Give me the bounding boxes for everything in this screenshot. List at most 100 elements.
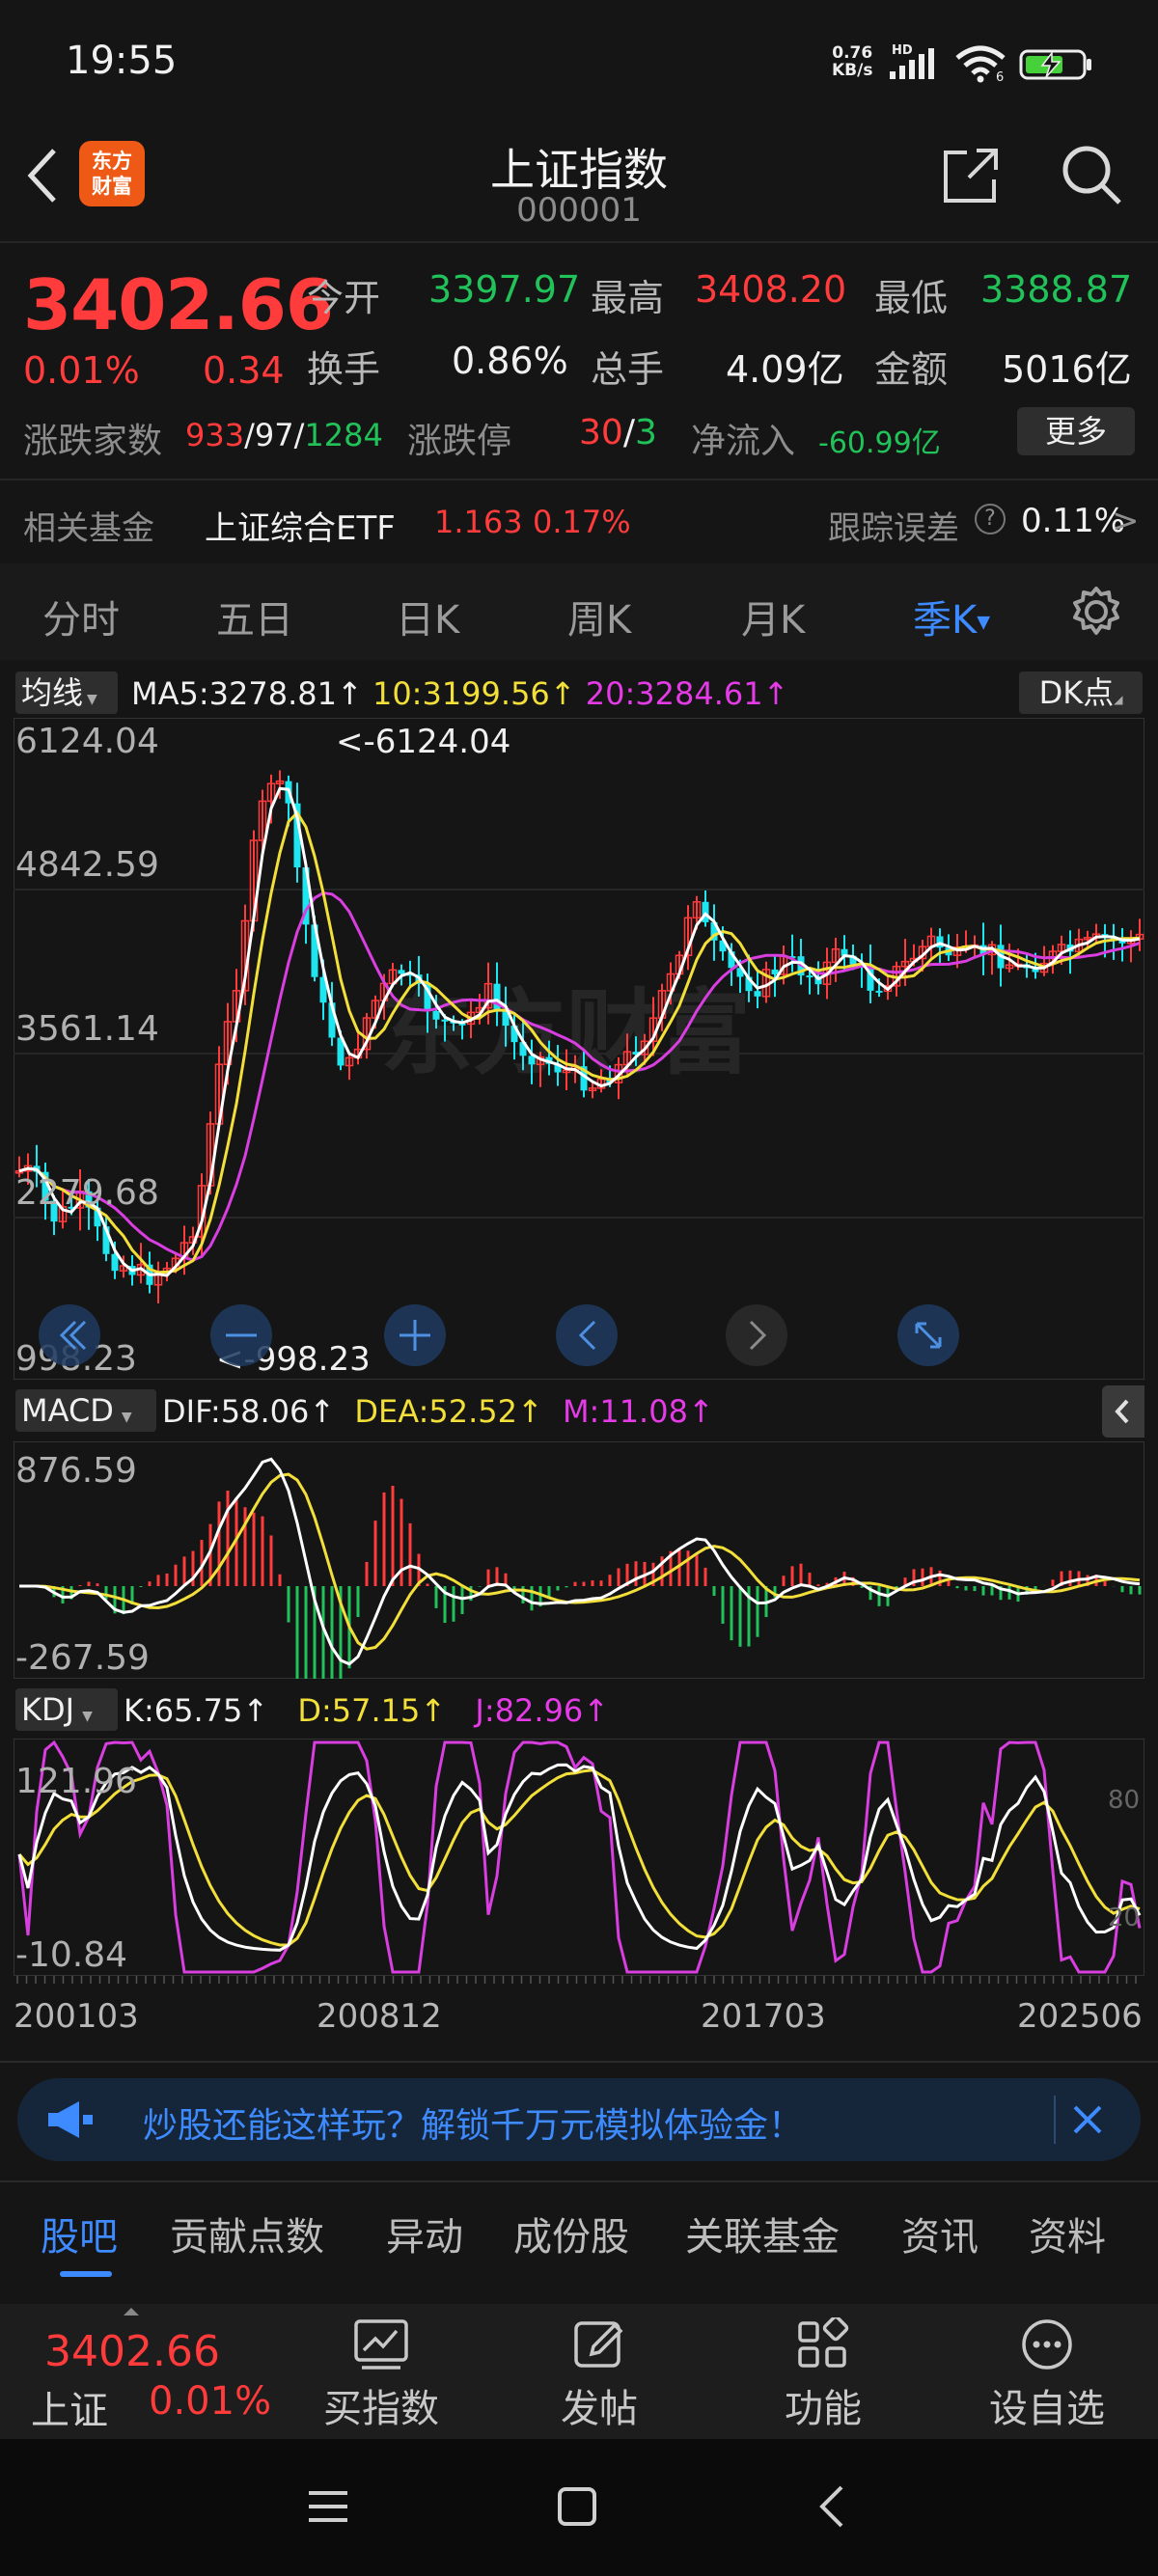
functions-button[interactable]: 功能 <box>741 2304 905 2439</box>
kdj-level-80: 80 <box>1108 1786 1140 1815</box>
high-label: 最高 <box>591 277 665 319</box>
chart-zoom-out-button[interactable] <box>210 1304 272 1366</box>
macd-y-max: 876.59 <box>15 1451 137 1491</box>
amount-label: 金额 <box>874 348 949 391</box>
chart-prev-button[interactable] <box>556 1304 618 1366</box>
status-bar: 19:55 0.76 KB/s HD 6 <box>0 0 1158 135</box>
chevron-right-icon: > <box>1112 502 1140 540</box>
edit-icon <box>574 2321 623 2368</box>
add-watchlist-label: 设自选 <box>989 2387 1105 2431</box>
y-label: 2279.68 <box>15 1173 159 1213</box>
ma-values: MA5:3278.81↑ 10:3199.56↑ 20:3284.61↑ <box>131 675 789 712</box>
post-label: 发帖 <box>561 2387 638 2431</box>
menu-icon[interactable] <box>307 2485 349 2528</box>
kdj-y-max: 121.96 <box>15 1762 137 1801</box>
kdj-selector[interactable]: KDJ ▼ <box>15 1688 118 1731</box>
tab-movement[interactable]: 异动 <box>386 2206 463 2261</box>
kline-chart[interactable]: 东方财富 6124.04 4842.59 3561.14 2279.68 998… <box>14 718 1144 1380</box>
max-annotation: <-6124.04 <box>336 723 510 761</box>
period-tabs: 分时 五日 日K 周K 月K 季K▼ <box>0 563 1158 660</box>
breadth-label: 涨跌家数 <box>23 422 163 461</box>
tab-five-day[interactable]: 五日 <box>216 589 293 644</box>
breadth-values: 933/97/1284 <box>185 417 383 453</box>
candle-body <box>875 990 883 993</box>
more-button[interactable]: 更多 <box>1017 407 1135 455</box>
tab-related-funds[interactable]: 关联基金 <box>685 2206 840 2261</box>
close-icon[interactable] <box>1069 2101 1106 2138</box>
battery-icon <box>1019 49 1091 80</box>
post-button[interactable]: 发帖 <box>517 2304 681 2439</box>
share-icon[interactable] <box>940 145 1002 206</box>
buy-index-button[interactable]: 买指数 <box>299 2304 463 2439</box>
dropdown-caret-icon: ▼ <box>977 612 991 633</box>
x-label: 201703 <box>701 1997 826 2036</box>
y-label: 3561.14 <box>15 1009 159 1049</box>
x-label: 202506 <box>1017 1997 1143 2036</box>
limit-values: 30/3 <box>579 413 657 452</box>
volume-value: 4.09亿 <box>726 348 844 391</box>
tab-constituents[interactable]: 成份股 <box>513 2206 629 2261</box>
tab-news[interactable]: 资讯 <box>901 2206 979 2261</box>
change-percent: 0.01% <box>23 349 140 392</box>
dk-button[interactable]: DK点◢ <box>1019 671 1143 714</box>
tab-contribution[interactable]: 贡献点数 <box>170 2206 324 2261</box>
fund-price: 1.163 <box>434 504 523 540</box>
ma-legend: 均线 ▼ MA5:3278.81↑ 10:3199.56↑ 20:3284.61↑… <box>0 664 1158 724</box>
divider <box>0 2061 1158 2063</box>
limit-label: 涨跌停 <box>407 422 512 461</box>
kdj-values: K:65.75↑ D:57.15↑ J:82.96↑ <box>124 1692 610 1729</box>
tab-monthly-k[interactable]: 月K <box>741 589 805 644</box>
high-value: 3408.20 <box>695 268 847 311</box>
tab-intraday[interactable]: 分时 <box>42 589 120 644</box>
mini-quote[interactable]: 3402.66 上证 0.01% <box>0 2304 290 2439</box>
collapse-panel-button[interactable] <box>1102 1385 1144 1438</box>
related-fund-row[interactable]: 相关基金 上证综合ETF 1.163 0.17% 跟踪误差 ? 0.11% > <box>0 480 1158 560</box>
chart-fullscreen-button[interactable] <box>897 1304 959 1366</box>
candle-body <box>432 1010 440 1020</box>
change-amount: 0.34 <box>203 349 285 392</box>
x-label: 200103 <box>14 1997 139 2036</box>
tab-forum[interactable]: 股吧 <box>41 2206 118 2261</box>
tracking-error-value: 0.11% <box>1021 502 1126 540</box>
mini-price: 3402.66 <box>44 2327 220 2376</box>
tab-quarterly-k[interactable]: 季K▼ <box>913 589 990 644</box>
mini-name: 上证 <box>31 2389 108 2433</box>
low-label: 最低 <box>874 277 949 319</box>
gear-icon[interactable] <box>1069 585 1123 639</box>
add-watchlist-button[interactable]: 设自选 <box>965 2304 1129 2439</box>
more-dots-icon <box>1022 2319 1072 2370</box>
tab-daily-k[interactable]: 日K <box>396 589 459 644</box>
candle-body <box>441 1019 449 1022</box>
chart-zoom-in-button[interactable] <box>384 1304 446 1366</box>
tab-profile[interactable]: 资料 <box>1029 2206 1106 2261</box>
grid-icon <box>798 2315 849 2368</box>
caret-up-icon <box>124 2308 139 2316</box>
back-nav-icon[interactable] <box>811 2483 853 2530</box>
turnover-value: 0.86% <box>452 340 568 382</box>
promo-banner[interactable]: 炒股还能这样玩？解锁千万元模拟体验金！ <box>17 2078 1141 2161</box>
wifi-icon: 6 <box>955 45 1006 83</box>
help-icon[interactable]: ? <box>975 504 1006 534</box>
macd-values: DIF:58.06↑ DEA:52.52↑ M:11.08↑ <box>162 1393 714 1430</box>
kdj-level-20: 20 <box>1108 1904 1140 1932</box>
tracking-error-label: 跟踪误差 <box>828 509 959 548</box>
search-icon[interactable] <box>1058 141 1125 208</box>
chart-scroll-left-button[interactable] <box>39 1304 100 1366</box>
system-nav-bar <box>0 2439 1158 2576</box>
kdj-y-min: -10.84 <box>15 1935 127 1975</box>
tab-weekly-k[interactable]: 周K <box>567 589 631 644</box>
amount-value: 5016亿 <box>1002 348 1132 391</box>
macd-selector[interactable]: MACD ▼ <box>15 1389 156 1432</box>
svg-text:HD: HD <box>892 43 913 58</box>
low-value: 3388.87 <box>980 268 1133 311</box>
divider <box>1054 2096 1056 2144</box>
home-icon[interactable] <box>556 2485 598 2528</box>
network-speed: 0.76 KB/s <box>832 43 873 80</box>
signal-icon: HD <box>890 43 934 79</box>
candle-body <box>398 970 405 974</box>
chart-next-button[interactable] <box>726 1304 787 1366</box>
bottom-action-bar: 3402.66 上证 0.01% 买指数 发帖 功能 设自选 <box>0 2304 1158 2439</box>
open-value: 3397.97 <box>428 268 581 311</box>
functions-label: 功能 <box>785 2387 862 2431</box>
indicator-selector[interactable]: 均线 ▼ <box>15 671 118 714</box>
